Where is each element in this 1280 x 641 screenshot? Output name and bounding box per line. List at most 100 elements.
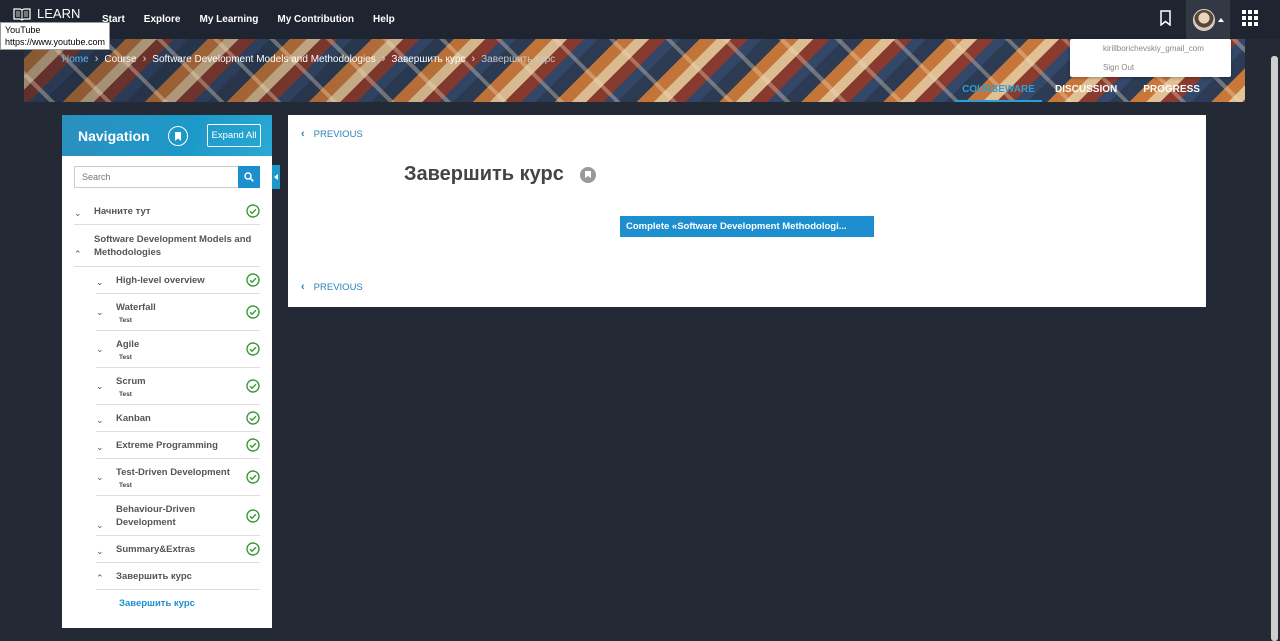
chevron-right-icon: ›	[471, 53, 476, 65]
nav-item-summary-extras[interactable]: ⌄ Summary&Extras	[96, 536, 260, 563]
page-scrollbar[interactable]	[1271, 56, 1278, 641]
nav-item-label: Завершить курс	[116, 571, 192, 582]
nav-item-finish-course[interactable]: ⌃ Завершить курс	[96, 563, 260, 590]
nav-item-bdd[interactable]: ⌄ Behaviour-Driven Development	[96, 496, 260, 536]
nav-item-scrum[interactable]: ⌄ Scrum Test	[96, 368, 260, 405]
check-circle-icon	[246, 273, 260, 292]
check-circle-icon	[246, 411, 260, 430]
chevron-right-icon: ›	[142, 53, 147, 65]
link-tooltip: YouTube https://www.youtube.com	[0, 22, 111, 50]
chevron-down-icon: ⌄	[74, 208, 82, 218]
nav-item-label: Behaviour-Driven Development	[116, 504, 196, 528]
breadcrumb-course[interactable]: Course	[104, 54, 136, 65]
bookmark-icon	[584, 171, 591, 178]
complete-course-button[interactable]: Complete «Software Development Methodolo…	[620, 216, 874, 237]
user-dropdown: kirillborichevskiy_gmail_com Sign Out	[1070, 39, 1231, 77]
chevron-down-icon: ⌄	[96, 546, 104, 556]
tooltip-title: YouTube	[5, 25, 41, 35]
app-logo[interactable]: LEARN	[13, 6, 80, 21]
search-button[interactable]	[238, 166, 260, 188]
unit-title: Завершить курс	[404, 163, 596, 186]
previous-button-bottom[interactable]: ‹ PREVIOUS	[301, 281, 363, 293]
previous-label: PREVIOUS	[313, 281, 363, 293]
chevron-left-icon: ‹	[301, 128, 305, 140]
previous-button-top[interactable]: ‹ PREVIOUS	[301, 128, 363, 140]
check-circle-icon	[246, 379, 260, 398]
nav-explore[interactable]: Explore	[144, 14, 181, 25]
navigation-search	[74, 166, 260, 188]
book-icon	[13, 7, 31, 21]
chevron-down-icon: ⌄	[96, 442, 104, 452]
navigation-list: ⌄ Начните тут ⌃ Software Development Mod…	[62, 199, 272, 609]
nav-item-label: Extreme Programming	[116, 440, 218, 451]
chevron-down-icon: ⌄	[96, 381, 104, 391]
chevron-left-icon: ‹	[301, 281, 305, 293]
breadcrumb-subsection[interactable]: Завершить курс	[391, 54, 465, 65]
nav-item-label: Agile	[116, 339, 140, 350]
tab-courseware[interactable]: COURSEWARE	[955, 84, 1042, 102]
check-circle-icon	[246, 438, 260, 457]
navigation-title: Navigation	[78, 128, 150, 144]
nav-item-start-here[interactable]: ⌄ Начните тут	[74, 199, 260, 225]
chevron-right-icon: ›	[94, 53, 99, 65]
bookmark-icon[interactable]	[1159, 10, 1172, 31]
breadcrumb-current: Завершить курс	[481, 53, 556, 65]
nav-item-high-level-overview[interactable]: ⌄ High-level overview	[96, 267, 260, 294]
search-icon	[244, 172, 254, 182]
main-nav: Start Explore My Learning My Contributio…	[102, 14, 395, 25]
nav-item-label: Test-Driven Development	[116, 467, 230, 478]
app-logo-text: LEARN	[37, 6, 81, 21]
chevron-down-icon: ⌄	[96, 520, 104, 530]
navigation-header: Navigation Expand All	[62, 115, 272, 156]
nav-my-contribution[interactable]: My Contribution	[277, 14, 354, 25]
course-tabs: COURSEWARE DISCUSSION PROGRESS	[955, 84, 1200, 102]
nav-item-sublabel: Test	[119, 391, 132, 398]
nav-item-agile[interactable]: ⌄ Agile Test	[96, 331, 260, 368]
nav-item-sublabel: Test	[119, 354, 132, 361]
nav-item-kanban[interactable]: ⌄ Kanban	[96, 405, 260, 432]
check-circle-icon	[246, 204, 260, 223]
nav-item-sublabel: Test	[119, 482, 132, 489]
check-circle-icon	[246, 470, 260, 489]
breadcrumb: Home › Course › Software Development Mod…	[62, 53, 555, 65]
bookmark-icon	[175, 131, 181, 141]
collapse-navigation-button[interactable]	[272, 165, 280, 189]
nav-item-label: Waterfall	[116, 302, 156, 313]
chevron-down-icon: ⌄	[96, 415, 104, 425]
search-input[interactable]	[74, 166, 239, 188]
nav-item-waterfall[interactable]: ⌄ Waterfall Test	[96, 294, 260, 331]
caret-left-icon	[274, 174, 278, 180]
apps-grid-icon[interactable]	[1242, 10, 1258, 31]
nav-item-tdd[interactable]: ⌄ Test-Driven Development Test	[96, 459, 260, 496]
nav-my-learning[interactable]: My Learning	[199, 14, 258, 25]
nav-item-label: Scrum	[116, 376, 146, 387]
tab-discussion[interactable]: DISCUSSION	[1055, 84, 1117, 102]
check-circle-icon	[246, 509, 260, 528]
caret-up-icon	[1217, 17, 1224, 22]
bookmarks-button[interactable]	[168, 126, 188, 146]
tab-progress[interactable]: PROGRESS	[1143, 84, 1200, 102]
breadcrumb-home[interactable]: Home	[62, 54, 89, 65]
nav-item-label: Software Development Models and Methodol…	[94, 234, 252, 258]
nav-help[interactable]: Help	[373, 14, 395, 25]
nav-item-section-sdmm[interactable]: ⌃ Software Development Models and Method…	[74, 225, 260, 267]
chevron-right-icon: ›	[381, 53, 386, 65]
nav-item-label: Summary&Extras	[116, 544, 196, 555]
chevron-up-icon: ⌃	[74, 249, 82, 259]
sign-out-link[interactable]: Sign Out	[1103, 63, 1231, 73]
top-bar: LEARN Start Explore My Learning My Contr…	[0, 0, 1280, 39]
nav-item-extreme-programming[interactable]: ⌄ Extreme Programming	[96, 432, 260, 459]
user-menu-toggle[interactable]	[1186, 0, 1230, 39]
unit-bookmark-button[interactable]	[579, 166, 596, 183]
check-circle-icon	[246, 542, 260, 561]
nav-item-label: Kanban	[116, 413, 151, 424]
nav-leaf-active[interactable]: Завершить курс	[119, 590, 272, 609]
expand-all-button[interactable]: Expand All	[207, 124, 261, 147]
breadcrumb-section[interactable]: Software Development Models and Methodol…	[152, 54, 375, 65]
nav-item-sublabel: Test	[119, 317, 132, 324]
nav-item-label: Начните тут	[94, 206, 151, 217]
check-circle-icon	[246, 305, 260, 324]
tooltip-url: https://www.youtube.com	[5, 37, 106, 47]
chevron-down-icon: ⌄	[96, 277, 104, 287]
nav-item-label: High-level overview	[116, 275, 205, 286]
